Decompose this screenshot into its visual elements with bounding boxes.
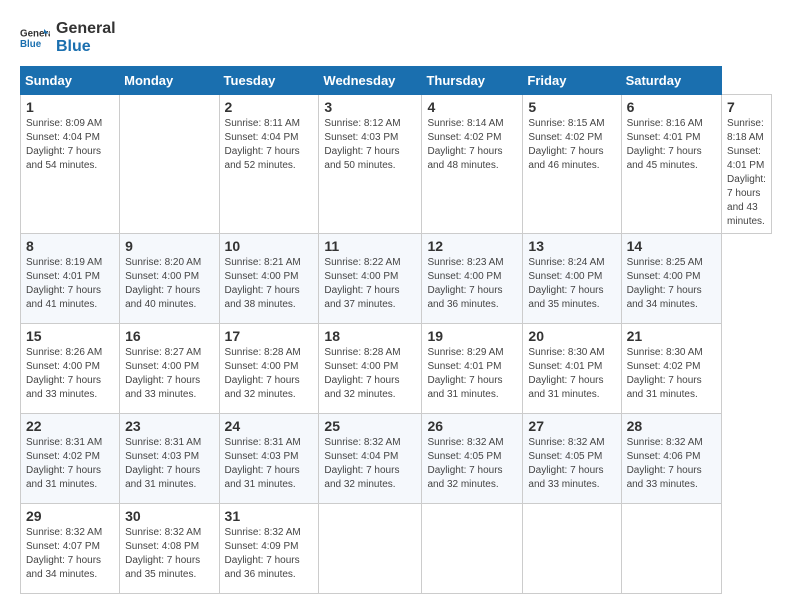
calendar-cell-19: 19Sunrise: 8:29 AMSunset: 4:01 PMDayligh…: [422, 324, 523, 414]
calendar-cell-25: 25Sunrise: 8:32 AMSunset: 4:04 PMDayligh…: [319, 414, 422, 504]
calendar-week-4: 22Sunrise: 8:31 AMSunset: 4:02 PMDayligh…: [21, 414, 772, 504]
header-saturday: Saturday: [621, 67, 721, 95]
calendar-cell-empty-0: [120, 95, 219, 234]
calendar-cell-18: 18Sunrise: 8:28 AMSunset: 4:00 PMDayligh…: [319, 324, 422, 414]
calendar-cell-4: 4Sunrise: 8:14 AMSunset: 4:02 PMDaylight…: [422, 95, 523, 234]
calendar-cell-31: 31Sunrise: 8:32 AMSunset: 4:09 PMDayligh…: [219, 504, 319, 594]
calendar-cell-7: 7Sunrise: 8:18 AMSunset: 4:01 PMDaylight…: [722, 95, 772, 234]
calendar-cell-11: 11Sunrise: 8:22 AMSunset: 4:00 PMDayligh…: [319, 234, 422, 324]
header-monday: Monday: [120, 67, 219, 95]
logo: General Blue General Blue: [20, 20, 116, 56]
calendar-cell-22: 22Sunrise: 8:31 AMSunset: 4:02 PMDayligh…: [21, 414, 120, 504]
calendar-cell-8: 8Sunrise: 8:19 AMSunset: 4:01 PMDaylight…: [21, 234, 120, 324]
calendar-cell-2: 2Sunrise: 8:11 AMSunset: 4:04 PMDaylight…: [219, 95, 319, 234]
calendar-cell-empty-3-6: [621, 504, 721, 594]
header-friday: Friday: [523, 67, 621, 95]
calendar-cell-5: 5Sunrise: 8:15 AMSunset: 4:02 PMDaylight…: [523, 95, 621, 234]
calendar-cell-empty-3-3: [319, 504, 422, 594]
calendar-cell-29: 29Sunrise: 8:32 AMSunset: 4:07 PMDayligh…: [21, 504, 120, 594]
calendar-week-5: 29Sunrise: 8:32 AMSunset: 4:07 PMDayligh…: [21, 504, 772, 594]
header-thursday: Thursday: [422, 67, 523, 95]
calendar-cell-6: 6Sunrise: 8:16 AMSunset: 4:01 PMDaylight…: [621, 95, 721, 234]
calendar-cell-14: 14Sunrise: 8:25 AMSunset: 4:00 PMDayligh…: [621, 234, 721, 324]
header-sunday: Sunday: [21, 67, 120, 95]
calendar-cell-21: 21Sunrise: 8:30 AMSunset: 4:02 PMDayligh…: [621, 324, 721, 414]
calendar-cell-23: 23Sunrise: 8:31 AMSunset: 4:03 PMDayligh…: [120, 414, 219, 504]
svg-text:Blue: Blue: [20, 39, 42, 50]
calendar-cell-26: 26Sunrise: 8:32 AMSunset: 4:05 PMDayligh…: [422, 414, 523, 504]
calendar-cell-17: 17Sunrise: 8:28 AMSunset: 4:00 PMDayligh…: [219, 324, 319, 414]
calendar-cell-28: 28Sunrise: 8:32 AMSunset: 4:06 PMDayligh…: [621, 414, 721, 504]
logo-line1: General: [56, 20, 116, 38]
calendar-header-row: SundayMondayTuesdayWednesdayThursdayFrid…: [21, 67, 772, 95]
calendar-cell-9: 9Sunrise: 8:20 AMSunset: 4:00 PMDaylight…: [120, 234, 219, 324]
calendar-week-1: 1Sunrise: 8:09 AMSunset: 4:04 PMDaylight…: [21, 95, 772, 234]
calendar-cell-empty-3-5: [523, 504, 621, 594]
calendar-week-2: 8Sunrise: 8:19 AMSunset: 4:01 PMDaylight…: [21, 234, 772, 324]
calendar-cell-3: 3Sunrise: 8:12 AMSunset: 4:03 PMDaylight…: [319, 95, 422, 234]
calendar-week-3: 15Sunrise: 8:26 AMSunset: 4:00 PMDayligh…: [21, 324, 772, 414]
header: General Blue General Blue: [20, 20, 772, 56]
calendar-cell-16: 16Sunrise: 8:27 AMSunset: 4:00 PMDayligh…: [120, 324, 219, 414]
calendar-table: SundayMondayTuesdayWednesdayThursdayFrid…: [20, 66, 772, 594]
logo-icon: General Blue: [20, 23, 50, 53]
header-wednesday: Wednesday: [319, 67, 422, 95]
calendar-cell-27: 27Sunrise: 8:32 AMSunset: 4:05 PMDayligh…: [523, 414, 621, 504]
calendar-cell-24: 24Sunrise: 8:31 AMSunset: 4:03 PMDayligh…: [219, 414, 319, 504]
svg-text:General: General: [20, 29, 50, 40]
calendar-cell-empty-3-4: [422, 504, 523, 594]
calendar-cell-1: 1Sunrise: 8:09 AMSunset: 4:04 PMDaylight…: [21, 95, 120, 234]
calendar-cell-13: 13Sunrise: 8:24 AMSunset: 4:00 PMDayligh…: [523, 234, 621, 324]
header-tuesday: Tuesday: [219, 67, 319, 95]
calendar-cell-10: 10Sunrise: 8:21 AMSunset: 4:00 PMDayligh…: [219, 234, 319, 324]
calendar-cell-20: 20Sunrise: 8:30 AMSunset: 4:01 PMDayligh…: [523, 324, 621, 414]
calendar-cell-12: 12Sunrise: 8:23 AMSunset: 4:00 PMDayligh…: [422, 234, 523, 324]
calendar-cell-30: 30Sunrise: 8:32 AMSunset: 4:08 PMDayligh…: [120, 504, 219, 594]
calendar-cell-15: 15Sunrise: 8:26 AMSunset: 4:00 PMDayligh…: [21, 324, 120, 414]
logo-line2: Blue: [56, 38, 116, 56]
